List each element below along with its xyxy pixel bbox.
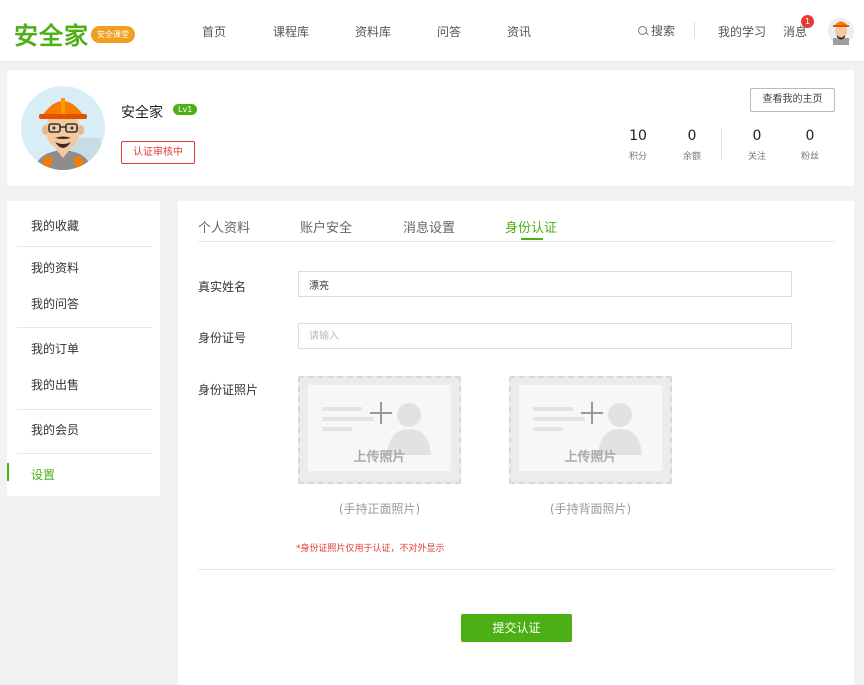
sidebar-divider: [17, 327, 152, 328]
stat-divider: [721, 128, 722, 160]
privacy-note: *身份证照片仅用于认证，不对外显示: [296, 544, 445, 554]
stat-fans-value: 0: [805, 128, 815, 144]
sidebar-item-my-resources[interactable]: 我的资料: [31, 259, 79, 276]
nav-course-library[interactable]: 课程库: [273, 23, 309, 40]
cert-status-button[interactable]: 认证审核中: [121, 141, 195, 164]
tab-message-settings[interactable]: 消息设置: [403, 217, 455, 236]
stat-points[interactable]: 10 积分: [618, 128, 658, 162]
upload-front-photo[interactable]: 上传照片: [298, 376, 461, 484]
stat-points-value: 10: [629, 128, 647, 144]
sidebar-item-my-membership[interactable]: 我的会员: [31, 421, 79, 438]
top-navbar: 安全家 安全课堂 首页 课程库 资料库 问答 资讯 搜索 我的学习 消息 1: [0, 0, 864, 62]
real-name-label: 真实姓名: [198, 280, 247, 294]
level-badge: Lv1: [173, 104, 198, 115]
logo-text: 安全家: [14, 22, 89, 50]
stat-following[interactable]: 0 关注: [737, 128, 777, 162]
front-photo-caption: (手持正面照片): [338, 502, 421, 516]
sidebar-divider: [17, 409, 152, 410]
stat-fans-label: 粉丝: [800, 152, 819, 162]
tab-identity-verification[interactable]: 身份认证: [505, 217, 557, 236]
upload-back-text: 上传照片: [564, 450, 617, 465]
sidebar-divider: [17, 453, 152, 454]
tab-account-security[interactable]: 账户安全: [300, 217, 352, 236]
view-my-homepage-button[interactable]: 查看我的主页: [750, 88, 835, 112]
nav-qa[interactable]: 问答: [437, 23, 461, 40]
form-divider: [198, 569, 835, 570]
profile-card: 安全家 Lv1 认证审核中 查看我的主页 10 积分 0 余额 0 关注 0 粉…: [7, 70, 854, 186]
user-name: 安全家: [121, 105, 163, 121]
nav-home[interactable]: 首页: [202, 23, 226, 40]
sidebar-item-favorites[interactable]: 我的收藏: [31, 217, 79, 234]
search-icon: [638, 25, 648, 36]
tab-divider: [198, 241, 835, 242]
nav-divider: [694, 22, 695, 38]
submit-verification-button[interactable]: 提交认证: [461, 614, 572, 642]
stat-following-value: 0: [752, 128, 762, 144]
sidebar: 我的收藏 我的资料 我的问答 我的订单 我的出售 我的会员 设置: [7, 201, 160, 496]
user-avatar-small[interactable]: [828, 15, 854, 45]
sidebar-active-indicator: [7, 463, 9, 481]
sidebar-item-my-sales[interactable]: 我的出售: [31, 376, 79, 393]
sidebar-divider: [17, 246, 152, 247]
id-number-input[interactable]: [298, 323, 792, 349]
nav-news[interactable]: 资讯: [507, 23, 531, 40]
back-photo-caption: (手持背面照片): [549, 502, 632, 516]
stat-points-label: 积分: [628, 152, 647, 162]
sidebar-item-my-qa[interactable]: 我的问答: [31, 295, 79, 312]
stat-following-label: 关注: [747, 152, 766, 162]
stat-balance[interactable]: 0 余额: [672, 128, 712, 162]
sidebar-item-my-orders[interactable]: 我的订单: [31, 340, 79, 357]
sidebar-item-settings[interactable]: 设置: [31, 466, 55, 483]
nav-resource-library[interactable]: 资料库: [355, 23, 391, 40]
real-name-input[interactable]: [298, 271, 792, 297]
id-photo-label: 身份证照片: [198, 383, 259, 397]
stat-fans[interactable]: 0 粉丝: [790, 128, 830, 162]
plus-icon: [581, 402, 603, 424]
active-tab-underline: [521, 238, 543, 240]
id-number-label: 身份证号: [198, 331, 247, 345]
plus-icon: [370, 402, 392, 424]
stat-balance-value: 0: [687, 128, 697, 144]
upload-front-text: 上传照片: [353, 450, 406, 465]
logo-badge: 安全课堂: [91, 26, 135, 43]
search-label: 搜索: [651, 24, 676, 38]
stat-balance-label: 余额: [682, 152, 701, 162]
nav-my-study[interactable]: 我的学习: [718, 23, 766, 40]
message-count-badge: 1: [801, 15, 814, 28]
settings-panel: 个人资料 账户安全 消息设置 身份认证 真实姓名 身份证号 身份证照片 上传照片…: [178, 201, 854, 685]
search-button[interactable]: 搜索: [638, 22, 675, 39]
site-logo[interactable]: 安全家 安全课堂: [14, 16, 135, 51]
upload-back-photo[interactable]: 上传照片: [509, 376, 672, 484]
user-avatar[interactable]: [21, 86, 105, 170]
tab-profile[interactable]: 个人资料: [198, 217, 250, 236]
